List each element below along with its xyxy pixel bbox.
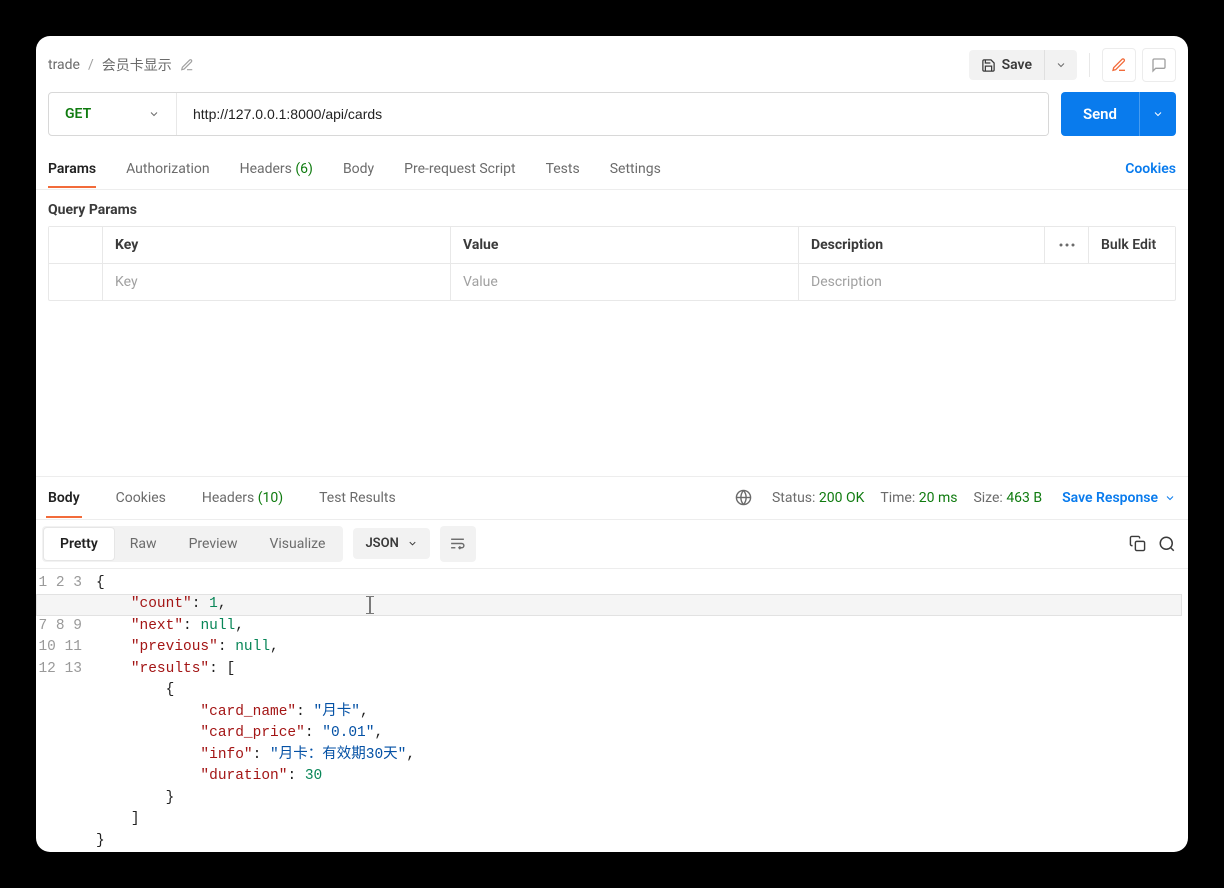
send-label: Send [1083,105,1117,123]
response-tabs: Body Cookies Headers (10) Test Results S… [36,476,1188,520]
format-label: JSON [365,536,398,551]
tab-count: (10) [258,490,283,506]
globe-icon[interactable] [735,489,752,506]
size-label: Size: [973,490,1002,506]
tab-count: (6) [295,161,313,177]
params-table: Key Value Description Bulk Edit Key Valu… [48,226,1176,301]
save-response-label: Save Response [1062,490,1158,506]
resp-tab-testresults[interactable]: Test Results [311,479,404,517]
url-box: GET [48,92,1049,136]
divider [1089,53,1090,77]
col-value: Value [451,227,799,263]
breadcrumb-current: 会员卡显示 [102,55,172,75]
app-window: trade / 会员卡显示 Save [36,36,1188,852]
save-caret[interactable] [1044,50,1077,80]
more-icon[interactable] [1045,227,1089,263]
tab-params[interactable]: Params [48,151,96,187]
time-value: 20 ms [919,490,958,506]
send-button-group: Send [1061,92,1176,136]
request-row: GET Send [36,92,1188,148]
cookies-link[interactable]: Cookies [1125,161,1176,177]
code-content[interactable]: { "count": 1, "next": null, "previous": … [96,573,1188,853]
save-button-group: Save [969,50,1077,80]
format-select[interactable]: JSON [353,528,429,559]
value-input[interactable]: Value [451,264,799,300]
response-meta: Status: 200 OK Time: 20 ms Size: 463 B [772,490,1042,506]
tab-prerequest[interactable]: Pre-request Script [404,151,515,187]
method-select[interactable]: GET [49,93,177,135]
url-input[interactable] [177,93,1048,135]
save-label: Save [1002,57,1032,73]
tab-label: Body [48,490,80,506]
wrap-lines-button[interactable] [440,526,476,562]
top-actions: Save [969,48,1176,82]
tab-label: Tests [546,161,580,177]
view-visualize[interactable]: Visualize [253,528,341,560]
copy-icon[interactable] [1129,535,1146,552]
time-label: Time: [880,490,915,506]
tab-label: Body [343,161,374,177]
edit-icon[interactable] [180,58,194,72]
key-input[interactable]: Key [103,264,451,300]
size-value: 463 B [1006,490,1042,506]
chevron-down-icon [148,108,160,120]
tab-settings[interactable]: Settings [610,151,661,187]
view-raw[interactable]: Raw [114,528,173,560]
query-params-label: Query Params [36,190,1188,226]
tab-label: Test Results [319,490,396,506]
save-button[interactable]: Save [969,50,1044,80]
tab-label: Settings [610,161,661,177]
tab-label: Params [48,161,96,177]
comments-button[interactable] [1142,48,1176,82]
send-caret[interactable] [1139,92,1176,136]
table-row[interactable]: Key Value Description [49,263,1175,300]
share-button[interactable] [1102,48,1136,82]
view-segmented-control: Pretty Raw Preview Visualize [42,526,343,562]
tab-label: Headers [240,161,292,177]
tab-tests[interactable]: Tests [546,151,580,187]
text-cursor-icon [366,596,374,614]
tab-authorization[interactable]: Authorization [126,151,209,187]
send-button[interactable]: Send [1061,92,1139,136]
tab-body[interactable]: Body [343,151,374,187]
tab-label: Headers [202,490,254,506]
view-row: Pretty Raw Preview Visualize JSON [36,520,1188,569]
request-tabs: Params Authorization Headers (6) Body Pr… [36,148,1188,190]
description-input[interactable]: Description [799,264,1175,300]
breadcrumb-root[interactable]: trade [48,57,80,73]
save-icon [981,58,996,73]
tab-label: Cookies [116,490,166,506]
method-label: GET [65,106,91,122]
bulk-edit-button[interactable]: Bulk Edit [1089,227,1175,263]
col-key: Key [103,227,451,263]
resp-tab-cookies[interactable]: Cookies [108,479,174,517]
col-description: Description [799,227,1045,263]
status-value: 200 OK [819,490,865,506]
status-label: Status: [772,490,815,506]
breadcrumb-separator: / [88,57,94,73]
tab-headers[interactable]: Headers (6) [240,151,313,187]
resp-tab-headers[interactable]: Headers (10) [194,479,291,517]
tab-label: Authorization [126,161,209,177]
save-response-button[interactable]: Save Response [1062,490,1176,506]
link-label: Cookies [1125,161,1176,177]
search-icon[interactable] [1158,535,1176,553]
view-pretty[interactable]: Pretty [44,528,114,560]
top-bar: trade / 会员卡显示 Save [36,36,1188,92]
resp-tab-body[interactable]: Body [40,479,88,517]
table-header: Key Value Description Bulk Edit [49,227,1175,263]
response-body[interactable]: 1 2 3 4 5 6 7 8 9 10 11 12 13 { "count":… [36,569,1188,853]
tab-label: Pre-request Script [404,161,515,177]
breadcrumb: trade / 会员卡显示 [48,55,194,75]
view-preview[interactable]: Preview [173,528,254,560]
